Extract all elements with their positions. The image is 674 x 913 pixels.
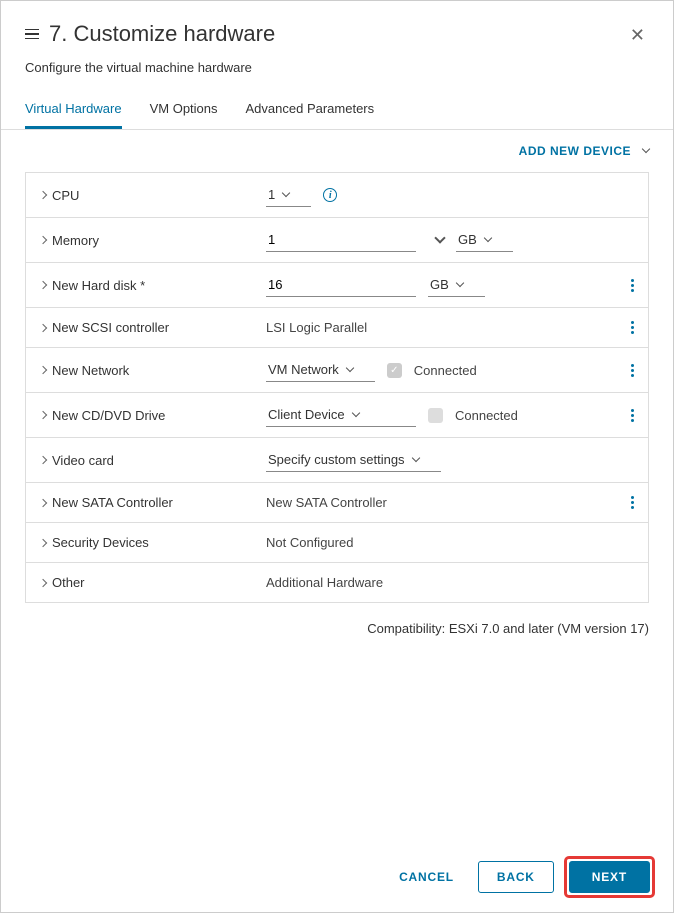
expand-hard-disk[interactable]: New Hard disk * (36, 278, 266, 293)
page-subtitle: Configure the virtual machine hardware (1, 60, 673, 91)
menu-icon[interactable] (25, 29, 39, 40)
scsi-value: LSI Logic Parallel (266, 320, 367, 335)
security-value: Not Configured (266, 535, 353, 550)
expand-memory[interactable]: Memory (36, 233, 266, 248)
sata-value: New SATA Controller (266, 495, 387, 510)
expand-network[interactable]: New Network (36, 363, 266, 378)
memory-input[interactable] (266, 228, 416, 252)
footer: CANCEL BACK NEXT (1, 842, 673, 912)
chevron-right-icon (39, 366, 47, 374)
row-scsi: New SCSI controller LSI Logic Parallel (26, 308, 648, 348)
back-button[interactable]: BACK (478, 861, 554, 893)
row-cddvd: New CD/DVD Drive Client Device Connected (26, 393, 648, 438)
hard-disk-input[interactable] (266, 273, 416, 297)
close-icon[interactable]: ✕ (626, 21, 649, 50)
chevron-down-icon (642, 145, 650, 153)
expand-other[interactable]: Other (36, 575, 266, 590)
chevron-right-icon (39, 578, 47, 586)
hard-disk-unit-select[interactable]: GB (428, 273, 485, 297)
chevron-down-icon (456, 278, 464, 286)
cddvd-actions-icon[interactable] (631, 409, 638, 422)
expand-cddvd[interactable]: New CD/DVD Drive (36, 408, 266, 423)
video-select[interactable]: Specify custom settings (266, 448, 441, 472)
expand-security[interactable]: Security Devices (36, 535, 266, 550)
network-connected-checkbox[interactable]: ✓ (387, 363, 402, 378)
add-new-device-label: ADD NEW DEVICE (519, 144, 631, 158)
expand-video[interactable]: Video card (36, 453, 266, 468)
chevron-right-icon (39, 236, 47, 244)
info-icon[interactable]: i (323, 188, 337, 202)
row-memory: Memory GB (26, 218, 648, 263)
cddvd-select[interactable]: Client Device (266, 403, 416, 427)
row-sata: New SATA Controller New SATA Controller (26, 483, 648, 523)
add-new-device-button[interactable]: ADD NEW DEVICE (519, 144, 649, 158)
tabs: Virtual Hardware VM Options Advanced Par… (1, 91, 673, 130)
other-value: Additional Hardware (266, 575, 383, 590)
cddvd-connected-checkbox[interactable] (428, 408, 443, 423)
network-select[interactable]: VM Network (266, 358, 375, 382)
chevron-right-icon (39, 456, 47, 464)
chevron-down-icon (411, 453, 419, 461)
memory-unit-select[interactable]: GB (456, 228, 513, 252)
cpu-select[interactable]: 1 (266, 183, 311, 207)
row-video: Video card Specify custom settings (26, 438, 648, 483)
chevron-down-icon (282, 188, 290, 196)
chevron-right-icon (39, 538, 47, 546)
chevron-right-icon (39, 498, 47, 506)
row-hard-disk: New Hard disk * GB (26, 263, 648, 308)
scsi-actions-icon[interactable] (631, 321, 638, 334)
page-title: 7. Customize hardware (49, 21, 275, 47)
tab-vm-options[interactable]: VM Options (150, 91, 218, 129)
chevron-right-icon (39, 191, 47, 199)
tab-virtual-hardware[interactable]: Virtual Hardware (25, 91, 122, 129)
tab-advanced-parameters[interactable]: Advanced Parameters (246, 91, 375, 129)
sata-actions-icon[interactable] (631, 496, 638, 509)
row-other: Other Additional Hardware (26, 563, 648, 603)
expand-scsi[interactable]: New SCSI controller (36, 320, 266, 335)
chevron-down-icon (484, 233, 492, 241)
expand-cpu[interactable]: CPU (36, 188, 266, 203)
chevron-down-icon (346, 363, 354, 371)
row-network: New Network VM Network ✓ Connected (26, 348, 648, 393)
next-button[interactable]: NEXT (569, 861, 650, 893)
row-security: Security Devices Not Configured (26, 523, 648, 563)
chevron-down-icon[interactable] (434, 232, 445, 243)
chevron-down-icon (351, 408, 359, 416)
chevron-right-icon (39, 411, 47, 419)
hard-disk-actions-icon[interactable] (631, 279, 638, 292)
network-connected-label: Connected (414, 363, 477, 378)
chevron-right-icon (39, 281, 47, 289)
cddvd-connected-label: Connected (455, 408, 518, 423)
row-cpu: CPU 1 i (26, 173, 648, 218)
hardware-table: CPU 1 i Memory GB New Hard disk * GB New… (25, 172, 649, 603)
chevron-right-icon (39, 323, 47, 331)
cancel-button[interactable]: CANCEL (385, 862, 468, 892)
compatibility-text: Compatibility: ESXi 7.0 and later (VM ve… (1, 603, 673, 654)
network-actions-icon[interactable] (631, 364, 638, 377)
next-highlight: NEXT (564, 856, 655, 898)
expand-sata[interactable]: New SATA Controller (36, 495, 266, 510)
